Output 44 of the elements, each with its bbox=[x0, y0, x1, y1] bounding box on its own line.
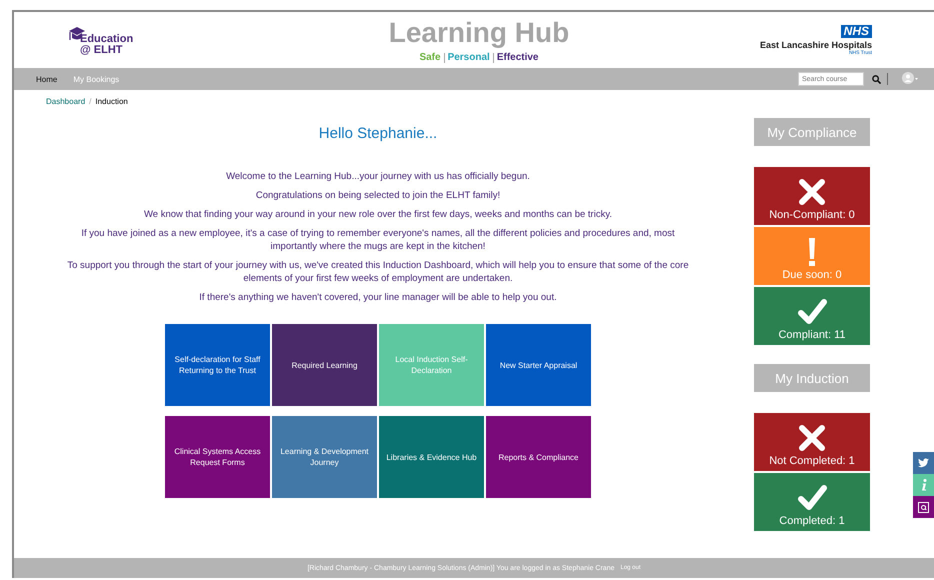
status-tile[interactable]: Compliant: 11 bbox=[754, 287, 870, 345]
welcome-paragraph: Congratulations on being selected to join the ELHT family! bbox=[254, 189, 502, 202]
dashboard-tile[interactable]: Self-declaration for Staff Returning to the Trust bbox=[165, 324, 270, 406]
breadcrumb-current: Induction bbox=[95, 97, 128, 107]
status-tile[interactable]: Completed: 1 bbox=[754, 473, 870, 531]
exclamation-icon bbox=[808, 237, 816, 267]
status-tile[interactable]: Not Completed: 1 bbox=[754, 413, 870, 471]
breadcrumb-link[interactable]: Dashboard bbox=[46, 97, 86, 107]
section-header: My Induction bbox=[754, 364, 870, 392]
cross-icon bbox=[797, 423, 827, 453]
status-label: Completed: 1 bbox=[779, 515, 845, 527]
email-icon[interactable] bbox=[913, 496, 934, 518]
dashboard-tile[interactable]: Libraries & Evidence Hub bbox=[379, 416, 484, 498]
tagline-word: Safe bbox=[419, 52, 441, 62]
dashboard-tile[interactable]: Required Learning bbox=[272, 324, 377, 406]
site-title: Learning Hub bbox=[388, 18, 570, 48]
nhs-logo: NHS bbox=[840, 24, 872, 38]
trust-name: East Lancashire Hospitals bbox=[760, 40, 872, 50]
status-label: Not Completed: 1 bbox=[769, 455, 855, 467]
welcome-paragraph: We know that finding your way around in your new role over the first few days, weeks and months can be tricky. bbox=[142, 208, 613, 221]
status-label: Due soon: 0 bbox=[782, 269, 842, 281]
breadcrumb-separator: / bbox=[89, 97, 92, 107]
status-tile[interactable]: Non-Compliant: 0 bbox=[754, 167, 870, 225]
nav-link[interactable]: Home bbox=[30, 74, 64, 84]
welcome-paragraph: To support you through the start of your journey with us, we've created this Induction Dashboard, which will help you to ensure that some of the core elements of your first few weeks of employment are undertaken. bbox=[66, 259, 690, 285]
dashboard-tile[interactable]: Learning & Development Journey bbox=[272, 416, 377, 498]
tagline-word: Effective bbox=[496, 52, 538, 62]
welcome-paragraph: Welcome to the Learning Hub...your journey with us has officially begun. bbox=[225, 170, 531, 183]
welcome-paragraph: If you have joined as a new employee, it's a case of trying to remember everyone's names, all the different policies and procedures and, most importantly where the mugs are kept in the kitchen! bbox=[80, 227, 676, 253]
bird-icon[interactable] bbox=[913, 452, 934, 474]
greeting: Hello Stephanie... bbox=[318, 125, 438, 142]
section-header: My Compliance bbox=[754, 118, 870, 146]
dashboard-tile[interactable]: Reports & Compliance bbox=[486, 416, 591, 498]
status-label: Compliant: 11 bbox=[778, 329, 846, 341]
cross-icon bbox=[797, 177, 827, 207]
dashboard-tile[interactable]: New Starter Appraisal bbox=[486, 324, 591, 406]
search-icon[interactable] bbox=[872, 74, 881, 84]
status-label: Non-Compliant: 0 bbox=[769, 209, 855, 221]
tagline-word: Personal bbox=[448, 52, 490, 62]
checkmark-icon bbox=[797, 297, 827, 327]
welcome-paragraph: If there's anything we haven't covered, your line manager will be able to help you out. bbox=[198, 291, 558, 304]
dashboard-tile[interactable]: Clinical Systems Access Request Forms bbox=[165, 416, 270, 498]
checkmark-icon bbox=[797, 483, 827, 513]
logo-text: Education @ ELHT bbox=[80, 34, 134, 56]
